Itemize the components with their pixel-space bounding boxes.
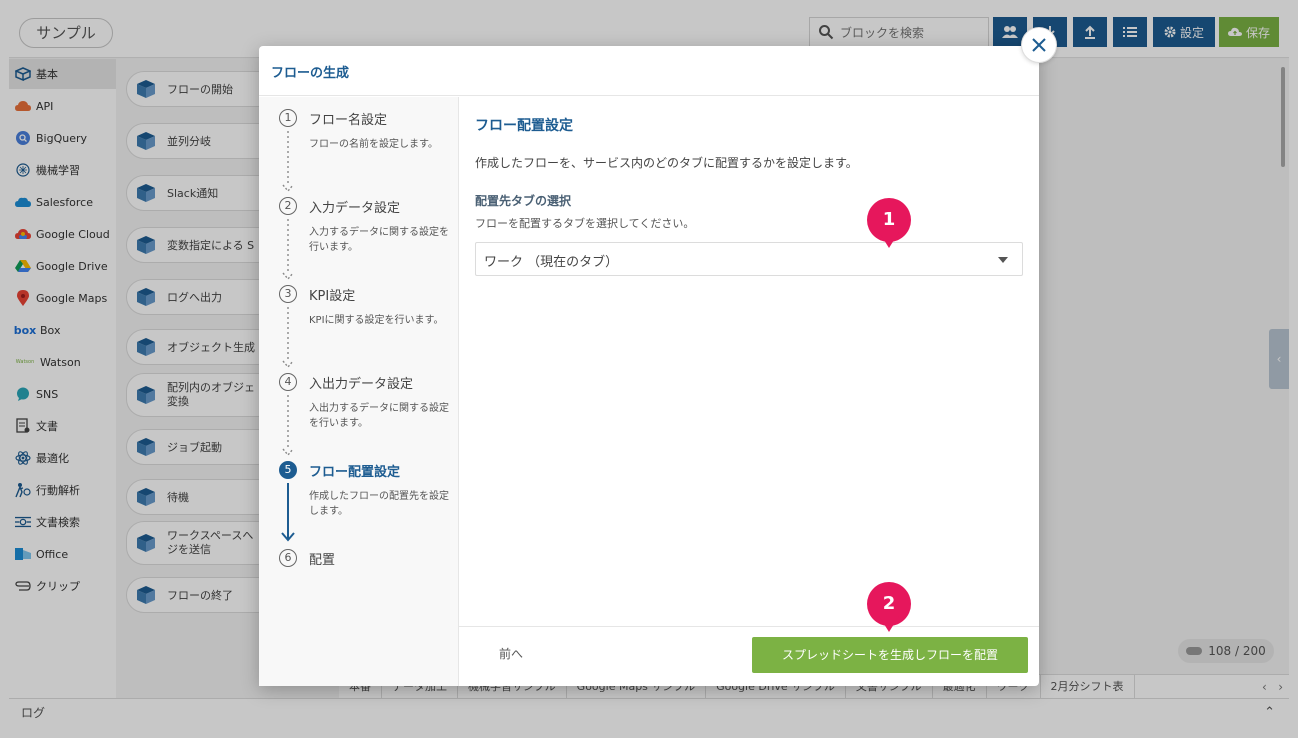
step-title: 入出力データ設定 (309, 377, 414, 392)
close-icon (1032, 38, 1046, 52)
step-item-6: 6 配置 (279, 549, 454, 579)
callout-tip (879, 616, 899, 632)
step-title: フロー配置設定 (309, 465, 401, 480)
step-item-3: 3 KPI設定 KPIに関する設定を行います。 (279, 285, 454, 373)
step-description: 入出力するデータに関する設定を行います。 (309, 403, 449, 429)
step-item-4: 4 入出力データ設定 入出力するデータに関する設定を行います。 (279, 373, 454, 461)
section-description: 作成したフローを、サービス内のどのタブに配置するかを設定します。 (475, 156, 858, 170)
step-number: 6 (279, 549, 297, 567)
prev-button[interactable]: 前へ (499, 645, 523, 662)
step-description: 入力するデータに関する設定を行います。 (309, 227, 449, 253)
dialog-content: フロー配置設定 作成したフローを、サービス内のどのタブに配置するかを設定します。… (459, 97, 1039, 626)
step-title: KPI設定 (309, 289, 356, 304)
step-item-5: 5 フロー配置設定 作成したフローの配置先を設定します。 (279, 461, 454, 549)
step-title: 入力データ設定 (309, 201, 401, 216)
step-connector-dotted (282, 307, 294, 369)
step-connector-dotted (282, 219, 294, 281)
target-tab-help: フローを配置するタブを選択してください。 (475, 217, 695, 230)
target-tab-label: 配置先タブの選択 (475, 194, 572, 208)
callout-marker-1: 1 (867, 198, 911, 254)
step-connector-dotted (282, 395, 294, 457)
dialog-header: フローの生成 (259, 46, 1039, 96)
step-connector-active-arrow (281, 483, 295, 542)
step-number: 3 (279, 285, 297, 303)
select-value: ワーク （現在のタブ） (484, 255, 619, 270)
callout-marker-2: 2 (867, 582, 911, 638)
step-number: 5 (279, 461, 297, 479)
step-item-2: 2 入力データ設定 入力するデータに関する設定を行います。 (279, 197, 454, 285)
step-title: 配置 (309, 553, 336, 568)
dialog-title: フローの生成 (271, 66, 350, 81)
step-item-1: 1 フロー名設定 フローの名前を設定します。 (279, 109, 454, 197)
caret-down-icon (998, 257, 1008, 263)
target-tab-select[interactable]: ワーク （現在のタブ） (475, 242, 1023, 276)
step-description: KPIに関する設定を行います。 (309, 315, 444, 326)
dialog-footer: 前へ スプレッドシートを生成しフローを配置 (459, 626, 1039, 686)
section-title: フロー配置設定 (475, 118, 573, 134)
step-description: フローの名前を設定します。 (309, 139, 438, 150)
step-list: 1 フロー名設定 フローの名前を設定します。 2 入力データ設定 入力するデータ… (259, 97, 459, 686)
step-title: フロー名設定 (309, 113, 388, 128)
step-number: 4 (279, 373, 297, 391)
step-number: 1 (279, 109, 297, 127)
flow-generate-dialog: フローの生成 1 フロー名設定 フローの名前を設定します。 2 入力データ設定 … (259, 46, 1039, 686)
generate-and-place-button[interactable]: スプレッドシートを生成しフローを配置 (752, 637, 1028, 673)
step-connector-dotted (282, 131, 294, 193)
step-number: 2 (279, 197, 297, 215)
step-description: 作成したフローの配置先を設定します。 (309, 491, 449, 517)
close-button[interactable] (1021, 27, 1057, 63)
callout-tip (879, 232, 899, 248)
